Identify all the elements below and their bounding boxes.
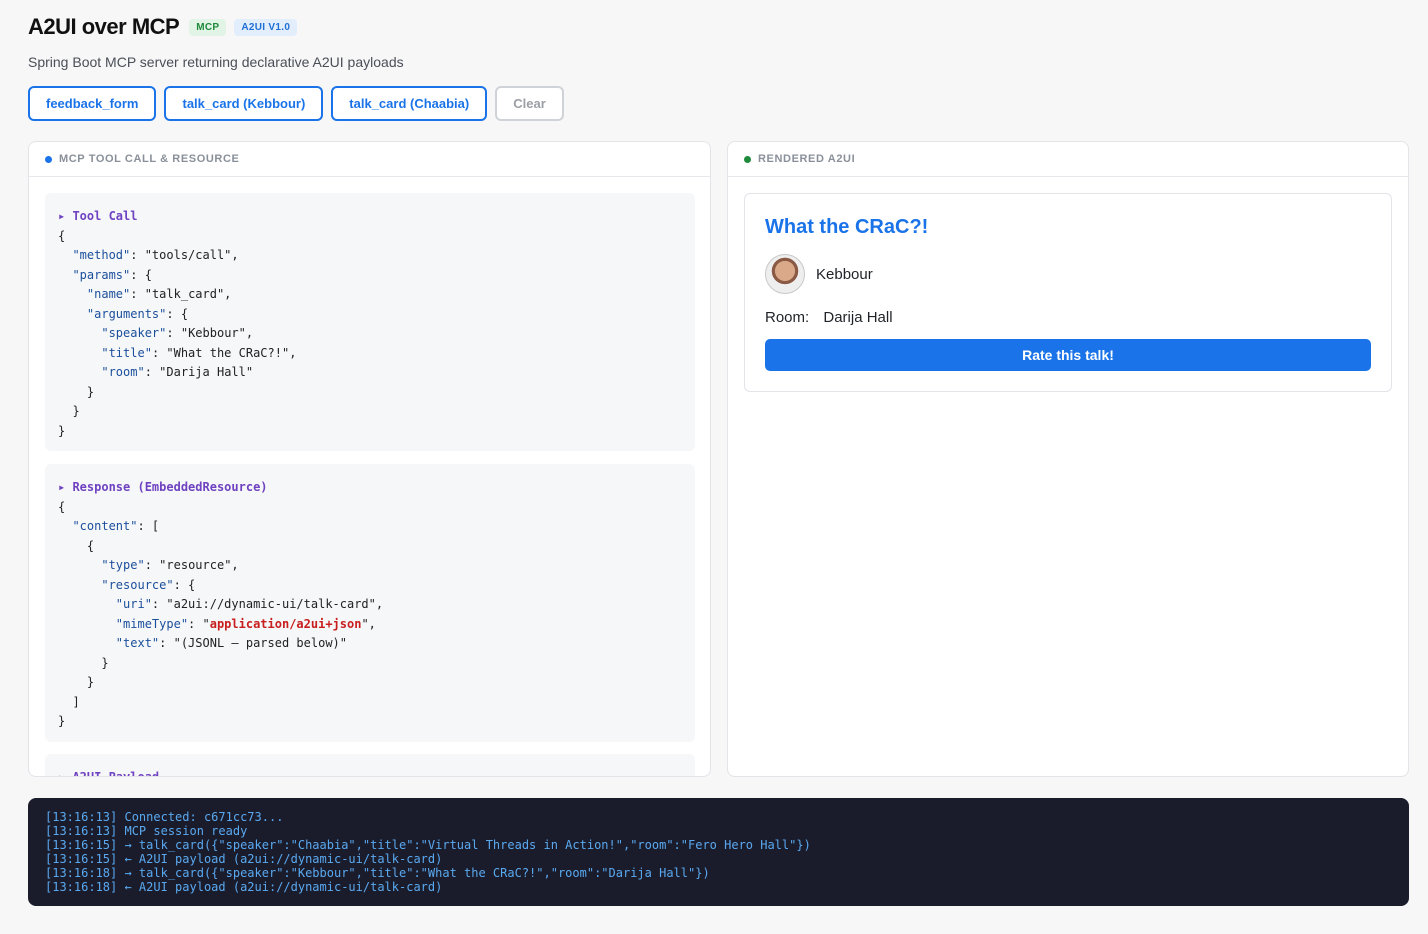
room-value: Darija Hall (823, 309, 893, 326)
speaker-avatar (765, 254, 805, 294)
code-line: } (58, 655, 109, 670)
talk-card-chaabia-button[interactable]: talk_card (Chaabia) (331, 86, 488, 121)
rendered-a2ui-panel: RENDERED A2UI What the CRaC?! Kebbour Ro… (727, 141, 1409, 777)
code-line: "arguments": { (86, 306, 189, 321)
log-line: [13:16:15] → talk_card({"speaker":"Chaab… (45, 838, 811, 852)
log-line: [13:16:18] → talk_card({"speaker":"Kebbo… (45, 866, 710, 880)
page-title: A2UI over MCP (28, 14, 180, 39)
code-line: "speaker": "Kebbour", (101, 326, 254, 340)
code-line: "name": "talk_card", (86, 287, 232, 301)
code-line: "mimeType": "application/a2ui+json", (115, 616, 376, 631)
code-line: "uri": "a2ui://dynamic-ui/talk-card", (115, 597, 384, 611)
code-line: { (58, 228, 66, 243)
log-line: [13:16:13] Connected: c671cc73... (45, 810, 284, 824)
page-subtitle: Spring Boot MCP server returning declara… (28, 54, 404, 70)
panel-header: RENDERED A2UI (728, 142, 1408, 177)
toolbar: feedback_form talk_card (Kebbour) talk_c… (28, 86, 564, 121)
code-line: { (58, 499, 66, 514)
tool-call-block: ▸ Tool Call { "method": "tools/call", "p… (45, 193, 695, 451)
mime-type-value: application/a2ui+json (209, 616, 362, 631)
header: A2UI over MCP MCP A2UI V1.0 (28, 14, 298, 40)
code-line: } (58, 404, 80, 418)
panel-heading: MCP TOOL CALL & RESOURCE (59, 153, 240, 165)
code-line: "params": { (72, 267, 152, 282)
code-line: "text": "(JSONL — parsed below)" (115, 636, 347, 650)
code-line: "method": "tools/call", (72, 248, 239, 262)
speaker-name: Kebbour (816, 266, 873, 283)
tool-call-toggle[interactable]: ▸ Tool Call (58, 207, 682, 227)
code-line: } (58, 384, 95, 399)
code-line: "type": "resource", (101, 558, 239, 572)
log-line: [13:16:13] MCP session ready (45, 824, 248, 838)
code-line: } (58, 423, 66, 438)
event-log-console[interactable]: [13:16:13] Connected: c671cc73... [13:16… (28, 798, 1409, 906)
mcp-badge: MCP (189, 18, 227, 36)
code-line: } (58, 675, 95, 689)
talk-card: What the CRaC?! Kebbour Room: Darija Hal… (744, 193, 1392, 392)
talk-card-kebbour-button[interactable]: talk_card (Kebbour) (164, 86, 324, 121)
code-line: ] (58, 694, 80, 709)
a2ui-payload-block: ▸ A2UI Payload (45, 754, 695, 776)
log-line: [13:16:15] ← A2UI payload (a2ui://dynami… (45, 852, 443, 866)
log-line: [13:16:18] ← A2UI payload (a2ui://dynami… (45, 880, 443, 894)
a2ui-payload-toggle[interactable]: ▸ A2UI Payload (58, 768, 682, 776)
code-line: "title": "What the CRaC?!", (101, 345, 297, 360)
status-dot-icon (45, 155, 52, 163)
code-line: "room": "Darija Hall" (101, 365, 254, 379)
code-line: { (58, 538, 95, 553)
code-line: "resource": { (101, 577, 196, 592)
response-toggle[interactable]: ▸ Response (EmbeddedResource) (58, 478, 682, 498)
panel-header: MCP TOOL CALL & RESOURCE (29, 142, 710, 177)
code-line: "content": [ (72, 519, 160, 533)
room-row: Room: Darija Hall (765, 309, 893, 326)
code-line: } (58, 714, 66, 728)
feedback-form-button[interactable]: feedback_form (28, 86, 157, 121)
rate-talk-button[interactable]: Rate this talk! (765, 339, 1371, 371)
clear-button[interactable]: Clear (495, 86, 564, 121)
status-dot-icon (744, 155, 751, 163)
mcp-tool-call-panel[interactable]: MCP TOOL CALL & RESOURCE ▸ Tool Call { "… (28, 141, 711, 777)
response-block: ▸ Response (EmbeddedResource) { "content… (45, 464, 695, 742)
a2ui-version-badge: A2UI V1.0 (234, 18, 298, 36)
panel-heading: RENDERED A2UI (758, 153, 856, 165)
talk-title: What the CRaC?! (765, 216, 929, 238)
room-label: Room: (765, 309, 810, 326)
